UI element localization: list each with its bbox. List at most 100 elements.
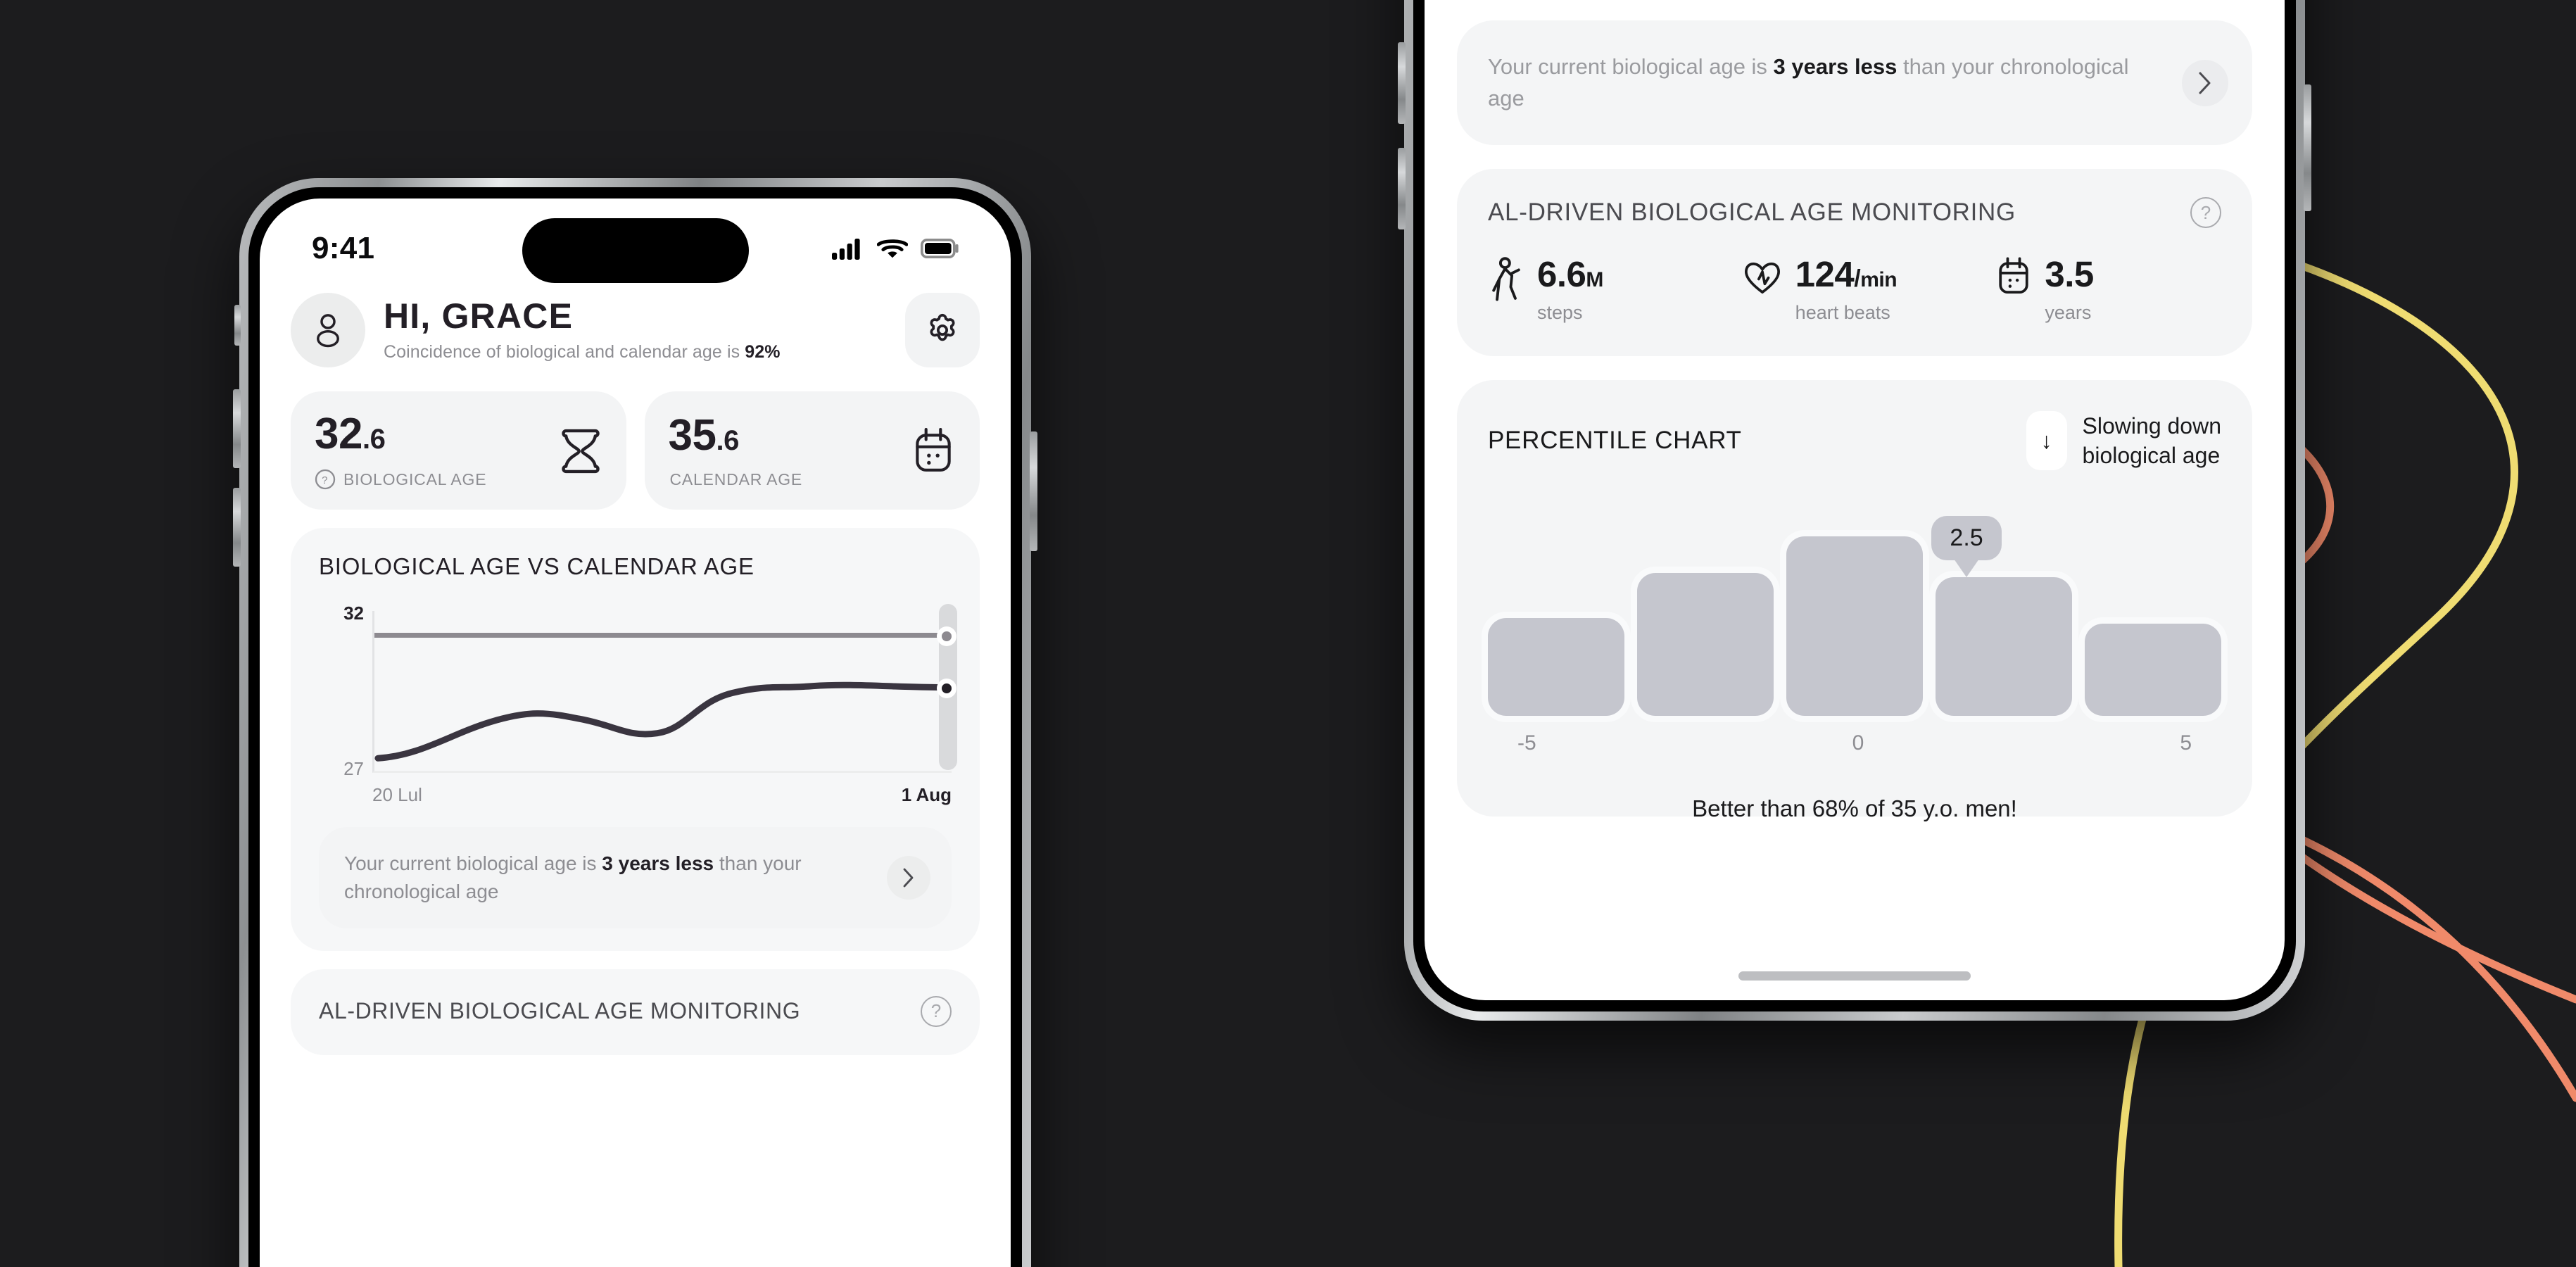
bar-value-tooltip: 2.5 [1931, 516, 2002, 561]
right-ai-monitoring-card: AL-DRIVEN BIOLOGICAL AGE MONITORING ? 6.… [1457, 169, 2252, 357]
calendar-icon [916, 428, 951, 472]
calendar-icon [1999, 257, 2028, 294]
right-ai-header: AL-DRIVEN BIOLOGICAL AGE MONITORING ? [1488, 197, 2221, 229]
dynamic-island [522, 218, 749, 283]
right-metrics-row: 6.6M steps 124/min heart beats 3.5 years [1488, 256, 2221, 324]
biological-age-card[interactable]: 32.6 ? BIOLOGICAL AGE [291, 391, 626, 510]
arrow-down-icon: ↓ [2026, 411, 2067, 471]
percentile-bars: 2.5 [1488, 512, 2221, 716]
bar-plus5[interactable] [2085, 624, 2221, 716]
question-mark-icon[interactable]: ? [921, 995, 952, 1027]
line-chart-svg [374, 611, 952, 771]
calendar-age-endpoint-dot [937, 626, 956, 646]
slowing-down-badge-text: Slowing down biological age [2083, 411, 2221, 470]
status-bar-time: 9:41 [312, 231, 375, 265]
bar-highlight[interactable] [1936, 576, 2072, 716]
power-button-left[interactable] [1030, 431, 1037, 551]
phone-left-screen: 9:41 HI, GRACE Coincidence of biological… [260, 198, 1011, 1267]
avatar[interactable] [291, 293, 365, 367]
scene-root: Your current biological age is 3 years l… [0, 0, 2576, 1267]
badge-line-2: biological age [2082, 443, 2221, 469]
chevron-right-icon [2199, 72, 2211, 94]
calendar-age-label-row: CALENDAR AGE [669, 470, 803, 489]
percentile-footer-text: Better than 68% of 35 y.o. men! [1692, 795, 2017, 822]
x-axis: 20 Lul 1 Aug [372, 784, 952, 806]
hourglass-icon [561, 429, 600, 474]
calendar-age-body: 35.6 CALENDAR AGE [668, 410, 803, 489]
badge-line-1: Slowing down [2082, 413, 2221, 439]
person-icon [317, 314, 339, 348]
y-tick-bottom: 27 [343, 758, 364, 779]
wifi-icon [877, 239, 908, 258]
metric-heart-beats: 124/min heart beats [1742, 256, 1968, 324]
svg-text:?: ? [322, 474, 329, 486]
metric-steps-label: steps [1537, 302, 1583, 324]
biological-age-label-row: ? BIOLOGICAL AGE [315, 469, 486, 490]
biological-age-label: BIOLOGICAL AGE [343, 469, 487, 488]
biological-age-endpoint-dot [937, 679, 956, 698]
right-percentile-title: PERCENTILE CHART [1488, 427, 1742, 455]
message-text: Your current biological age is 3 years l… [344, 852, 802, 902]
bar-zero[interactable] [1786, 536, 1923, 716]
y-axis: 32 27 [319, 603, 372, 779]
biological-age-body: 32.6 ? BIOLOGICAL AGE [315, 412, 486, 490]
volume-down-button-left[interactable] [233, 488, 241, 567]
stat-cards-row: 32.6 ? BIOLOGICAL AGE 35.6 CALENDAR AGE [291, 391, 980, 510]
bar-minus5[interactable] [1488, 617, 1624, 716]
message-chevron-button[interactable] [887, 855, 930, 900]
line-chart-plot-area: 32 27 [319, 603, 957, 779]
left-ai-monitoring-card: AL-DRIVEN BIOLOGICAL AGE MONITORING ? [291, 969, 980, 1055]
metric-steps-value: 6.6M [1537, 254, 1603, 295]
percentile-x-axis: -5 0 5 [1488, 731, 2221, 755]
status-bar-icons [832, 237, 959, 260]
question-mark-icon[interactable]: ? [315, 469, 336, 490]
power-button[interactable] [2304, 84, 2311, 211]
right-biological-age-message-card[interactable]: Your current biological age is 3 years l… [1457, 20, 2252, 146]
calendar-age-label: CALENDAR AGE [669, 469, 803, 488]
mute-switch-left[interactable] [234, 305, 241, 346]
greeting-subtitle: Coincidence of biological and calendar a… [384, 341, 781, 362]
calendar-age-value: 35.6 [668, 410, 740, 460]
question-mark-icon[interactable]: ? [2190, 197, 2221, 229]
metric-heart-value: 124/min [1795, 254, 1898, 295]
settings-button[interactable] [905, 293, 980, 367]
home-indicator[interactable] [1738, 971, 1971, 981]
greeting-header: HI, GRACE Coincidence of biological and … [291, 293, 980, 367]
gear-icon [930, 313, 955, 341]
x-tick-start: 20 Lul [372, 784, 422, 805]
phone-right: Your current biological age is 3 years l… [1398, 0, 2311, 1021]
volume-up-button-left[interactable] [233, 389, 241, 468]
walking-person-icon [1492, 257, 1520, 301]
phone-right-screen: Your current biological age is 3 years l… [1425, 0, 2285, 1000]
metric-heart-label: heart beats [1795, 302, 1890, 324]
right-message-text: Your current biological age is 3 years l… [1488, 54, 2129, 111]
slowing-down-badge: ↓ Slowing down biological age [2026, 411, 2221, 471]
y-tick-top: 32 [343, 603, 364, 624]
phone-left-bezel: 9:41 HI, GRACE Coincidence of biological… [248, 187, 1022, 1267]
calendar-age-card[interactable]: 35.6 CALENDAR AGE [644, 391, 980, 510]
page-title: HI, GRACE [384, 296, 574, 336]
volume-down-button[interactable] [1398, 148, 1406, 229]
biological-age-value: 32.6 [315, 410, 386, 458]
metric-years-label: years [2045, 302, 2092, 324]
x-tick-minus5: -5 [1517, 731, 1536, 755]
cellular-signal-icon [832, 239, 860, 260]
bar-minus2[interactable] [1637, 572, 1774, 716]
right-percentile-card: PERCENTILE CHART ↓ Slowing down biologic… [1457, 380, 2252, 821]
metric-years-value: 3.5 [2045, 254, 2094, 295]
x-tick-zero: 0 [1852, 731, 1864, 755]
right-percentile-header: PERCENTILE CHART ↓ Slowing down biologic… [1488, 411, 2221, 471]
greeting-text-block: HI, GRACE Coincidence of biological and … [384, 298, 887, 363]
phone-right-bezel: Your current biological age is 3 years l… [1413, 0, 2296, 1011]
plot [372, 604, 957, 773]
chevron-right-icon [903, 868, 914, 888]
volume-up-button[interactable] [1398, 42, 1406, 124]
right-message-chevron-button[interactable] [2182, 59, 2228, 106]
status-bar: 9:41 [260, 198, 1011, 283]
heart-pulse-icon [1744, 263, 1780, 294]
biological-age-message-card[interactable]: Your current biological age is 3 years l… [319, 827, 952, 928]
battery-icon [921, 239, 959, 258]
chart-title: BIOLOGICAL AGE VS CALENDAR AGE [319, 553, 755, 579]
biological-vs-calendar-chart-card: BIOLOGICAL AGE VS CALENDAR AGE 32 27 20 … [291, 528, 980, 951]
x-tick-plus5: 5 [2180, 731, 2192, 755]
